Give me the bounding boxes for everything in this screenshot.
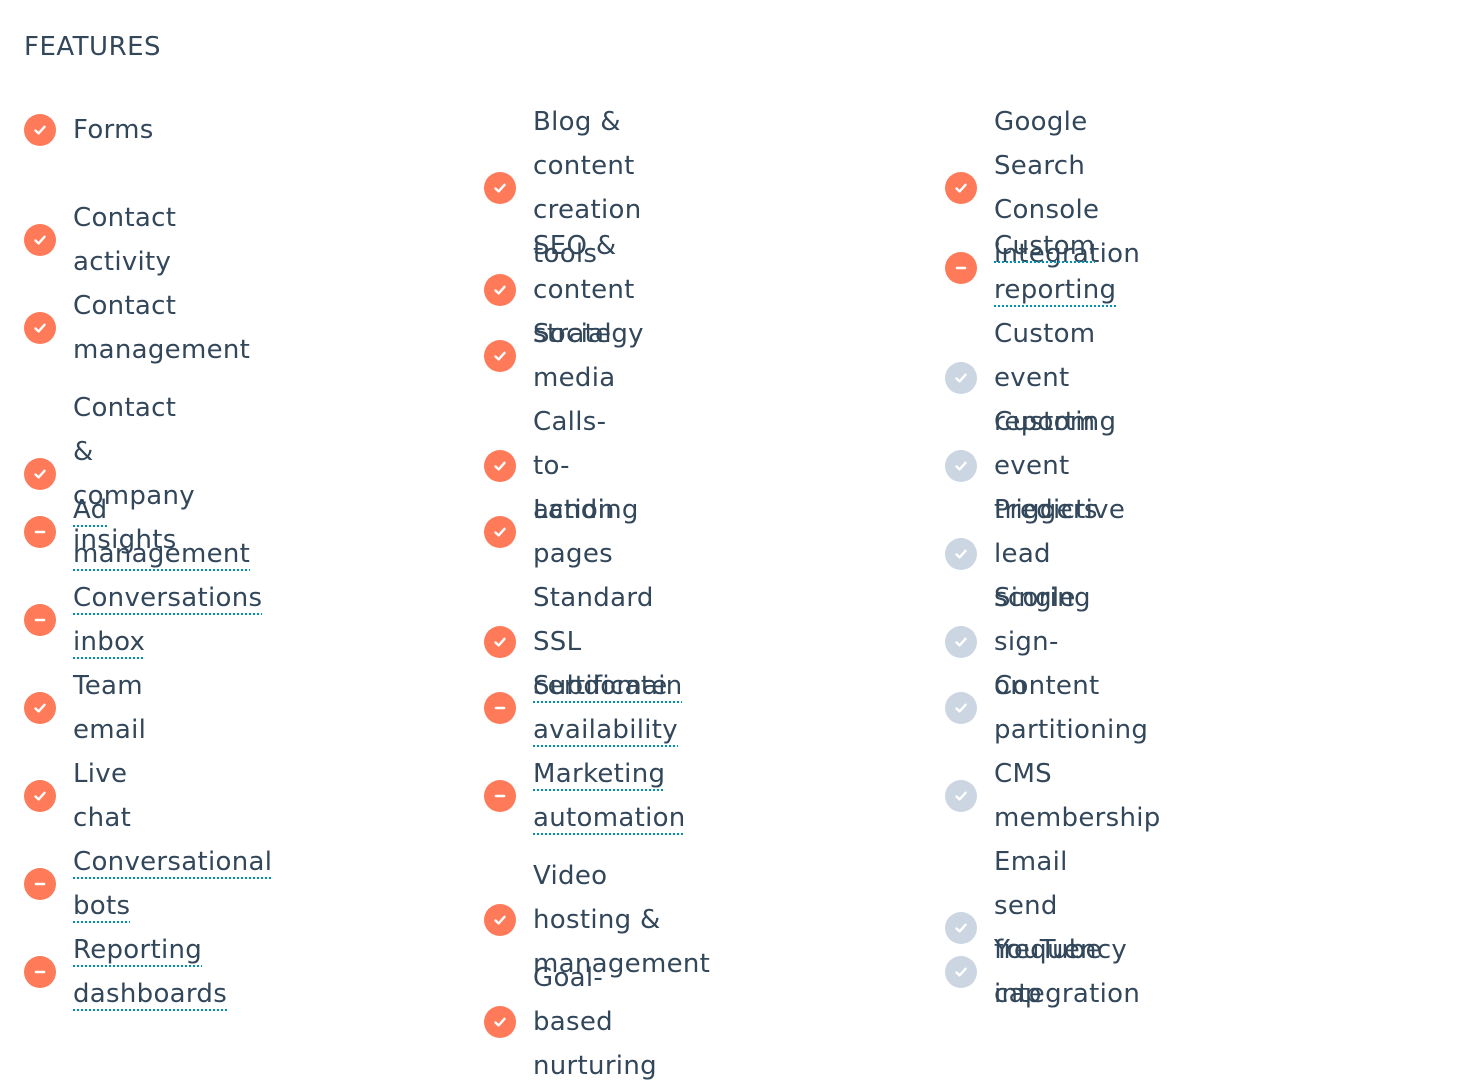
minus-circle-icon: [945, 252, 977, 284]
feature-label: Landing pages: [533, 495, 639, 569]
feature-label: Forms: [73, 115, 154, 145]
feature-item[interactable]: Subdomain availability: [484, 664, 683, 752]
feature-label[interactable]: Reporting dashboards: [73, 928, 227, 1016]
features-title: FEATURES: [24, 32, 162, 62]
check-circle-gray-icon: [945, 538, 977, 570]
feature-label: Team email: [73, 671, 147, 745]
feature-item: Goal-based nurturing: [484, 956, 657, 1088]
minus-circle-icon: [24, 516, 56, 548]
feature-label: Contact management: [73, 291, 251, 365]
feature-item[interactable]: Conversational bots: [24, 840, 272, 928]
feature-label: Social media: [533, 319, 616, 393]
check-circle-gray-icon: [945, 626, 977, 658]
feature-item[interactable]: Reporting dashboards: [24, 928, 227, 1016]
minus-circle-icon: [24, 868, 56, 900]
check-circle-icon: [484, 1006, 516, 1038]
feature-label[interactable]: Ad management: [73, 488, 250, 576]
feature-item: Social media: [484, 312, 615, 400]
check-circle-icon: [24, 114, 56, 146]
check-circle-gray-icon: [945, 956, 977, 988]
feature-item: Live chat: [24, 752, 131, 840]
feature-item: Forms: [24, 108, 154, 152]
check-circle-icon: [24, 458, 56, 490]
check-circle-icon: [484, 516, 516, 548]
feature-label[interactable]: Subdomain availability: [533, 664, 683, 752]
check-circle-gray-icon: [945, 450, 977, 482]
check-circle-icon: [484, 904, 516, 936]
check-circle-icon: [24, 780, 56, 812]
minus-circle-icon: [24, 956, 56, 988]
feature-label[interactable]: Conversations inbox: [73, 576, 262, 664]
check-circle-gray-icon: [945, 692, 977, 724]
feature-item: Contact management: [24, 284, 250, 372]
feature-item: YouTube integration: [945, 928, 1140, 1016]
check-circle-icon: [484, 340, 516, 372]
feature-label: Content partitioning: [994, 671, 1149, 745]
feature-label: YouTube integration: [994, 935, 1141, 1009]
minus-circle-icon: [484, 780, 516, 812]
feature-label[interactable]: Marketing automation: [533, 752, 686, 840]
feature-item: CMS membership: [945, 752, 1161, 840]
feature-item[interactable]: Conversations inbox: [24, 576, 262, 664]
minus-circle-icon: [24, 604, 56, 636]
check-circle-icon: [484, 172, 516, 204]
feature-label[interactable]: Conversational bots: [73, 840, 272, 928]
check-circle-gray-icon: [945, 780, 977, 812]
feature-item[interactable]: Marketing automation: [484, 752, 686, 840]
check-circle-icon: [484, 274, 516, 306]
check-circle-gray-icon: [945, 362, 977, 394]
feature-label: Goal-based nurturing: [533, 963, 657, 1081]
feature-label: Live chat: [73, 759, 132, 833]
feature-label: CMS membership: [994, 759, 1161, 833]
check-circle-icon: [24, 224, 56, 256]
check-circle-icon: [945, 172, 977, 204]
feature-item: Contact activity: [24, 196, 176, 284]
check-circle-icon: [484, 626, 516, 658]
check-circle-icon: [24, 312, 56, 344]
feature-item[interactable]: Ad management: [24, 488, 250, 576]
check-circle-icon: [484, 450, 516, 482]
feature-item: Content partitioning: [945, 664, 1148, 752]
feature-item: Team email: [24, 664, 146, 752]
feature-item: Landing pages: [484, 488, 639, 576]
check-circle-icon: [24, 692, 56, 724]
feature-label[interactable]: Custom reporting: [994, 224, 1116, 312]
feature-item[interactable]: Custom reporting: [945, 224, 1116, 312]
feature-label: Contact activity: [73, 203, 177, 277]
minus-circle-icon: [484, 692, 516, 724]
